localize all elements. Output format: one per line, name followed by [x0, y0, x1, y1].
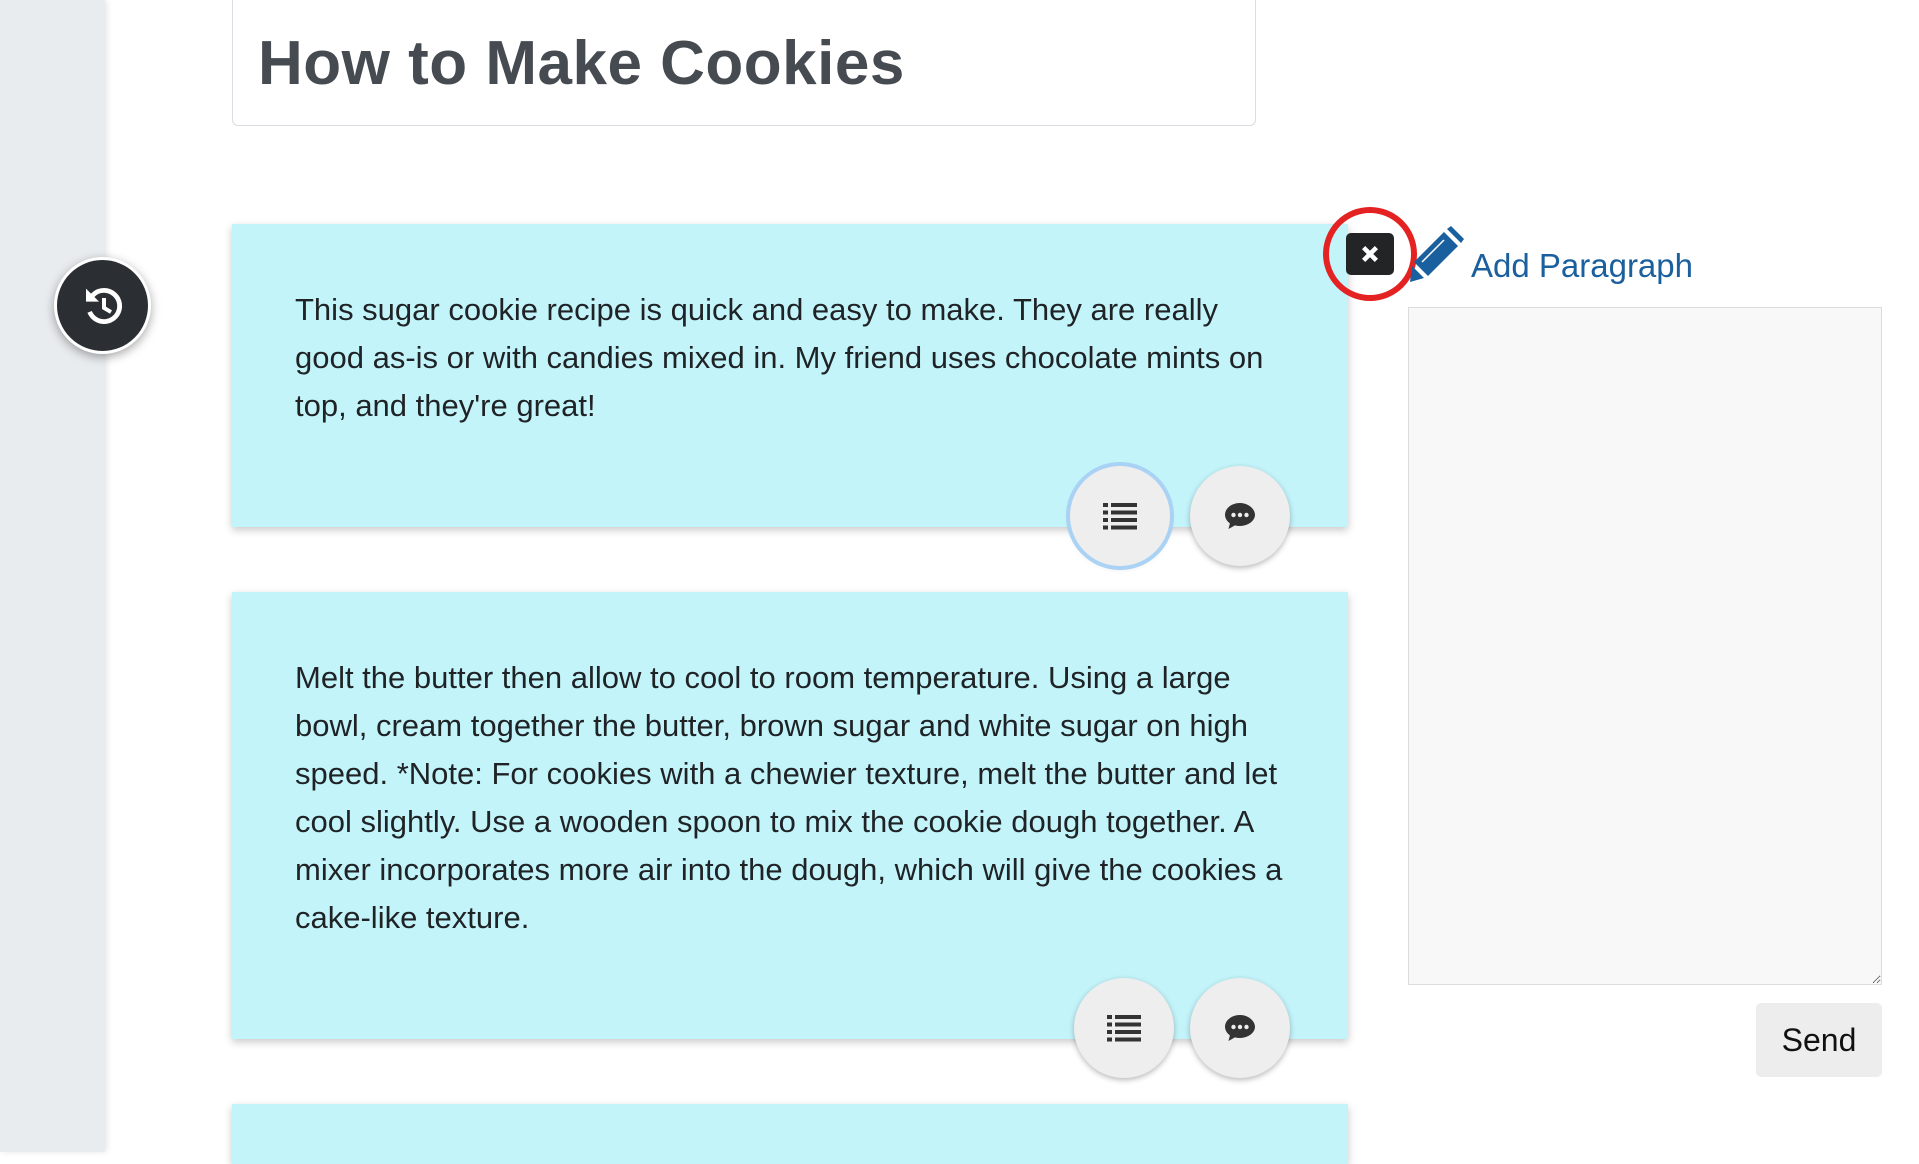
- list-icon: [1103, 503, 1137, 530]
- close-icon: [1362, 246, 1378, 262]
- comment-button[interactable]: [1190, 978, 1290, 1078]
- left-sidebar: [0, 0, 105, 1152]
- history-icon: [85, 287, 122, 324]
- paragraph-text: Melt the butter then allow to cool to ro…: [295, 660, 1283, 935]
- paragraph-textarea[interactable]: [1408, 307, 1882, 985]
- paragraph-card[interactable]: This sugar cookie recipe is quick and ea…: [232, 224, 1348, 566]
- paragraph-card[interactable]: [232, 1104, 1348, 1164]
- title-field[interactable]: How to Make Cookies: [232, 0, 1256, 126]
- list-button[interactable]: [1074, 978, 1174, 1078]
- comment-icon: [1225, 503, 1255, 529]
- list-button[interactable]: [1070, 466, 1170, 566]
- pencil-icon: [1410, 226, 1464, 282]
- comment-icon: [1225, 1015, 1255, 1041]
- paragraph-card[interactable]: Melt the butter then allow to cool to ro…: [232, 592, 1348, 1078]
- paragraph-text: This sugar cookie recipe is quick and ea…: [295, 292, 1264, 423]
- add-paragraph-link[interactable]: Add Paragraph: [1471, 247, 1693, 285]
- list-icon: [1107, 1015, 1141, 1042]
- send-button[interactable]: Send: [1756, 1003, 1882, 1077]
- history-button[interactable]: [54, 257, 151, 354]
- comment-button[interactable]: [1190, 466, 1290, 566]
- close-button[interactable]: [1346, 233, 1394, 275]
- page-title: How to Make Cookies: [258, 29, 905, 98]
- close-highlight-ring: [1323, 207, 1417, 301]
